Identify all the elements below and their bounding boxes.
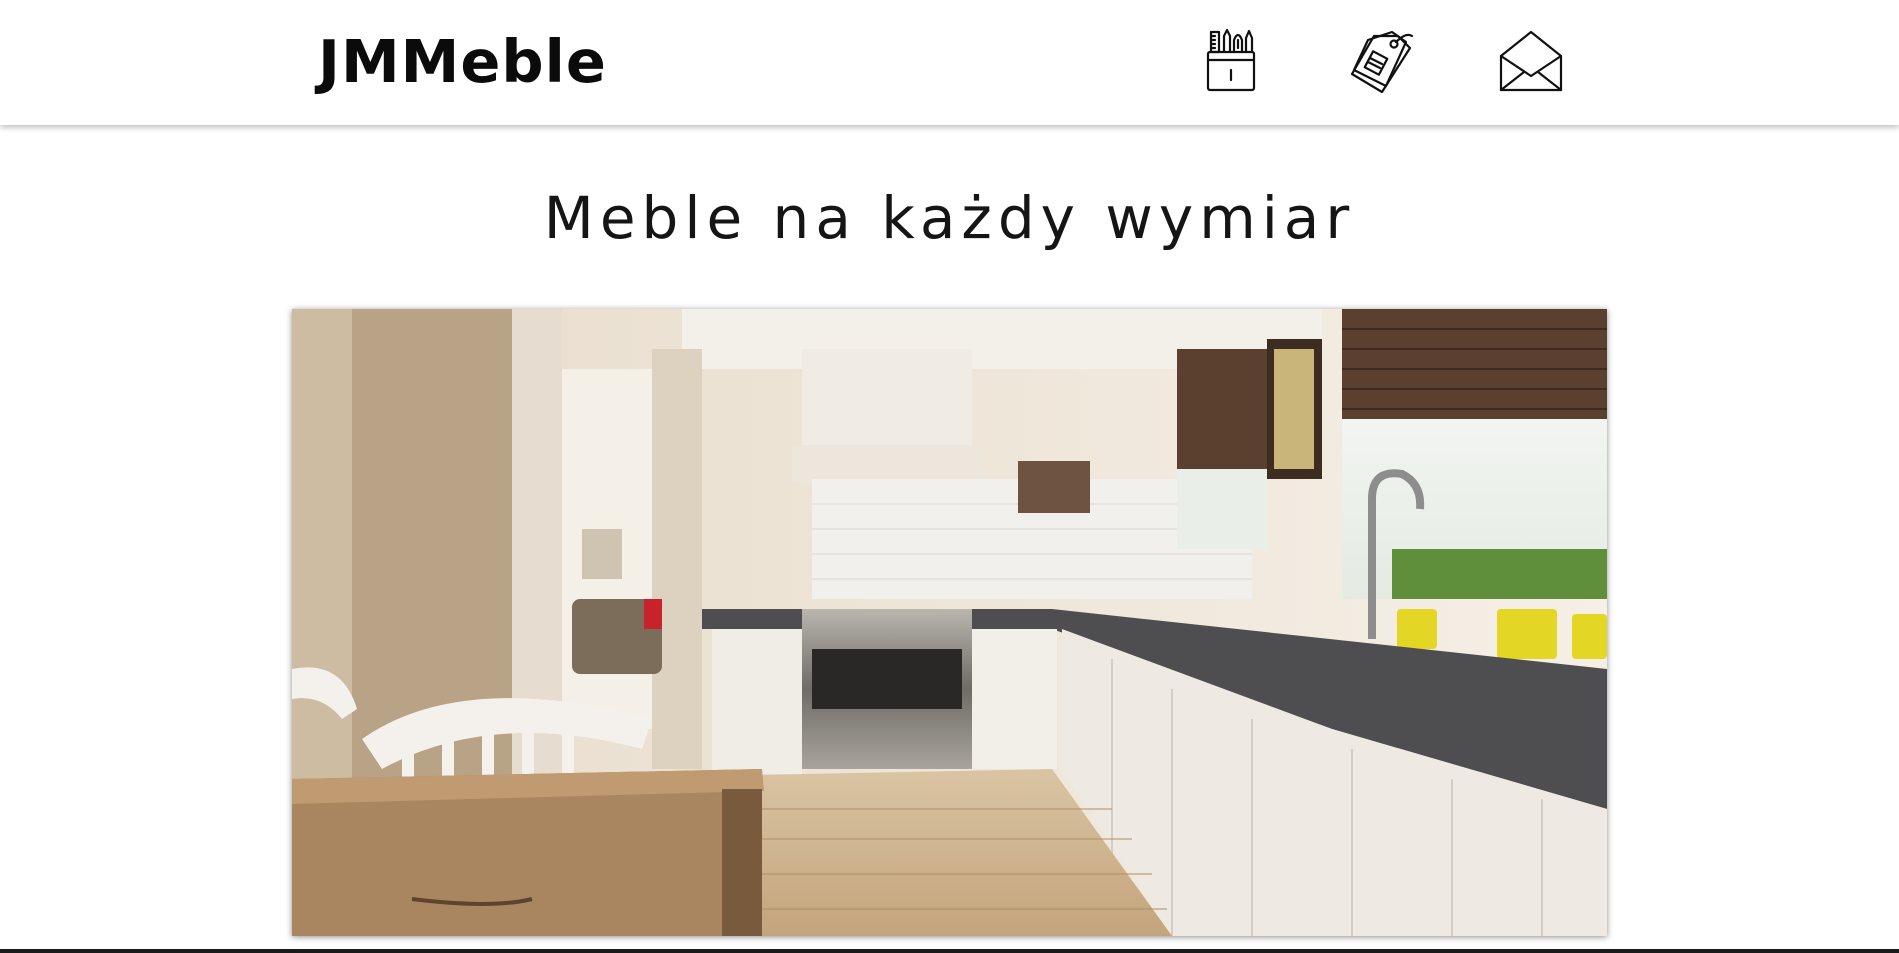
- hero-image: [292, 309, 1607, 936]
- site-header: JMMeble: [0, 0, 1899, 125]
- price-tags-icon[interactable]: [1346, 26, 1416, 96]
- footer-divider: [0, 949, 1899, 953]
- page-title: Meble na każdy wymiar: [543, 184, 1356, 252]
- site-logo[interactable]: JMMeble: [318, 26, 607, 98]
- envelope-icon[interactable]: [1496, 26, 1566, 96]
- tools-cup-icon[interactable]: [1198, 26, 1268, 96]
